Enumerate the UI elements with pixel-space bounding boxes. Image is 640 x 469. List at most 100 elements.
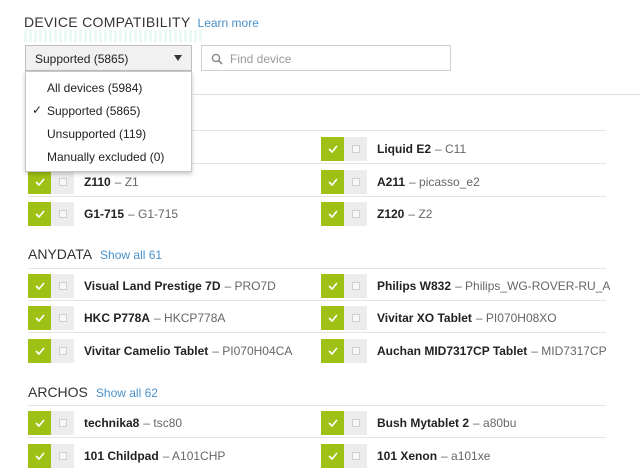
device-name: A211	[377, 175, 406, 189]
device-toggle[interactable]	[28, 444, 74, 468]
divider	[28, 405, 606, 406]
device-model: – a80bu	[473, 416, 517, 430]
show-all-link[interactable]: Show all 61	[100, 248, 162, 262]
device-name: Auchan MID7317CP Tablet	[377, 344, 528, 358]
check-icon	[321, 274, 344, 298]
show-all-link[interactable]: Show all 62	[96, 386, 158, 400]
check-icon	[28, 411, 51, 435]
device-name: Philips W832	[377, 279, 452, 293]
device-model: – Z2	[408, 207, 433, 221]
device-toggle[interactable]	[321, 274, 367, 298]
device-toggle[interactable]	[321, 339, 367, 363]
device-model: – tsc80	[143, 416, 183, 430]
page-title: DEVICE COMPATIBILITY	[24, 14, 191, 30]
device-model: – picasso_e2	[409, 175, 480, 189]
device-toggle[interactable]	[321, 411, 367, 435]
device-item: 101 Childpad – A101CHP	[28, 443, 225, 469]
device-name: 101 Xenon	[377, 449, 438, 463]
device-model: – PI070H08XO	[475, 311, 557, 325]
device-model: – Z1	[114, 175, 139, 189]
check-icon	[321, 339, 344, 363]
divider	[28, 437, 606, 438]
filter-option-label: Manually excluded (0)	[47, 150, 165, 164]
divider	[28, 300, 606, 301]
device-name: HKC P778A	[84, 311, 151, 325]
grip-icon	[351, 452, 360, 460]
filter-option-label: Supported (5865)	[47, 104, 141, 118]
filter-option-all[interactable]: All devices (5984)	[26, 77, 191, 99]
grip-icon	[58, 419, 67, 427]
device-toggle[interactable]	[321, 202, 367, 226]
device-item: Z110 – Z1	[28, 169, 139, 195]
grip-icon	[351, 282, 360, 290]
device-item: Auchan MID7317CP Tablet – MID7317CP	[321, 338, 607, 364]
grip-icon	[58, 282, 67, 290]
device-name: Vivitar XO Tablet	[377, 311, 472, 325]
device-name: Bush Mytablet 2	[377, 416, 470, 430]
device-toggle[interactable]	[28, 274, 74, 298]
device-toggle[interactable]	[28, 411, 74, 435]
check-icon	[28, 306, 51, 330]
device-model: – Philips_WG-ROVER-RU_A	[455, 279, 611, 293]
device-model: – C11	[435, 142, 467, 156]
group-header: ARCHOS Show all 62	[28, 384, 158, 400]
device-toggle[interactable]	[28, 339, 74, 363]
device-toggle[interactable]	[321, 137, 367, 161]
check-icon	[28, 444, 51, 468]
check-icon	[28, 339, 51, 363]
section-header: DEVICE COMPATIBILITY Learn more	[24, 14, 259, 30]
check-icon	[321, 306, 344, 330]
learn-more-link[interactable]: Learn more	[198, 16, 259, 30]
divider	[28, 196, 606, 197]
device-name: G1-715	[84, 207, 125, 221]
device-name: technika8	[84, 416, 140, 430]
device-toggle[interactable]	[321, 444, 367, 468]
divider	[28, 332, 606, 333]
grip-icon	[351, 347, 360, 355]
grip-icon	[58, 347, 67, 355]
grip-icon	[351, 145, 360, 153]
device-item: Z120 – Z2	[321, 201, 432, 227]
device-model: – MID7317CP	[531, 344, 607, 358]
device-model: – PRO7D	[224, 279, 276, 293]
check-icon: ✓	[32, 103, 43, 117]
grip-icon	[351, 178, 360, 186]
search-input[interactable]	[228, 49, 447, 69]
device-name: Liquid E2	[377, 142, 431, 156]
device-model: – A101CHP	[162, 449, 226, 463]
check-icon	[28, 170, 51, 194]
device-toggle[interactable]	[28, 202, 74, 226]
device-name: Z110	[84, 175, 111, 189]
search-icon	[211, 53, 223, 65]
grip-icon	[351, 419, 360, 427]
device-toggle[interactable]	[28, 170, 74, 194]
check-icon	[28, 202, 51, 226]
filter-option-unsupported[interactable]: Unsupported (119)	[26, 123, 191, 145]
device-item: Philips W832 – Philips_WG-ROVER-RU_A	[321, 273, 610, 299]
device-item: HKC P778A – HKCP778A	[28, 305, 225, 331]
check-icon	[321, 444, 344, 468]
device-item: Visual Land Prestige 7D – PRO7D	[28, 273, 276, 299]
device-name: 101 Childpad	[84, 449, 159, 463]
faded-background	[24, 30, 204, 42]
device-toggle[interactable]	[28, 306, 74, 330]
device-item: technika8 – tsc80	[28, 410, 182, 436]
filter-option-supported[interactable]: ✓ Supported (5865)	[26, 100, 191, 122]
filter-option-label: Unsupported (119)	[47, 127, 147, 141]
device-model: – G1-715	[128, 207, 179, 221]
check-icon	[321, 170, 344, 194]
filter-dropdown-menu: All devices (5984) ✓ Supported (5865) Un…	[25, 71, 192, 172]
check-icon	[321, 411, 344, 435]
filter-select-value: Supported (5865)	[35, 52, 129, 66]
device-toggle[interactable]	[321, 170, 367, 194]
device-model: – PI070H04CA	[212, 344, 293, 358]
device-item: Vivitar Camelio Tablet – PI070H04CA	[28, 338, 292, 364]
device-model: – a101xe	[441, 449, 491, 463]
device-toggle[interactable]	[321, 306, 367, 330]
filter-option-excluded[interactable]: Manually excluded (0)	[26, 146, 191, 168]
device-item: A211 – picasso_e2	[321, 169, 480, 195]
grip-icon	[351, 314, 360, 322]
filter-select[interactable]: Supported (5865)	[25, 45, 192, 71]
device-name: Z120	[377, 207, 405, 221]
device-search[interactable]	[201, 45, 451, 71]
